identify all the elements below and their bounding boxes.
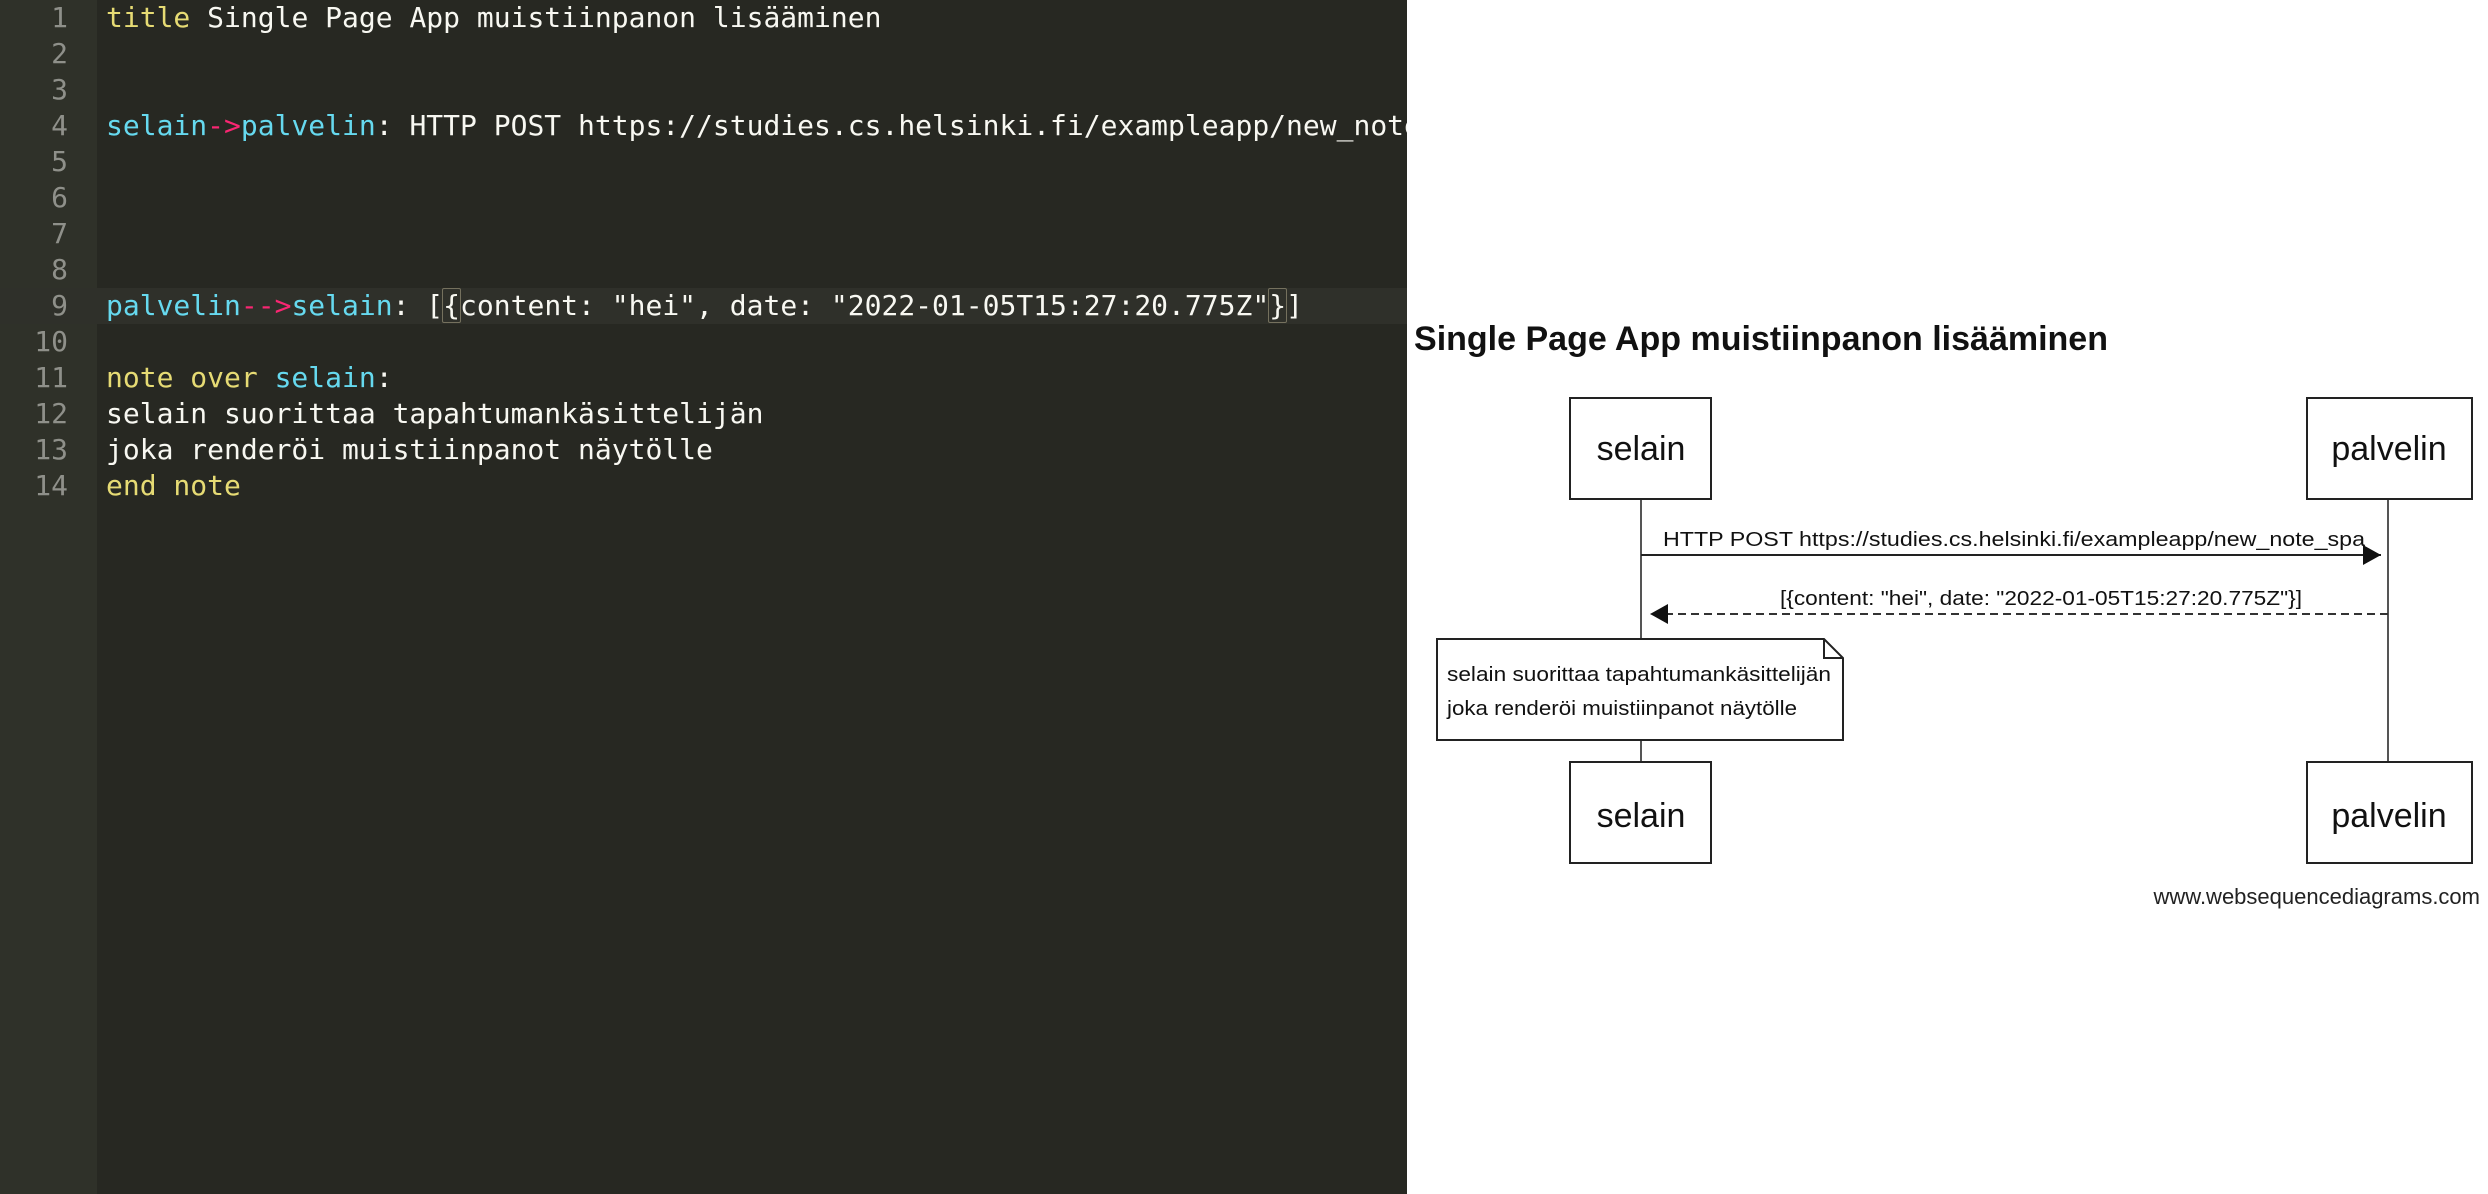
code-line[interactable]: 7	[0, 216, 1407, 252]
text-token: content: "hei", date: "2022-01-05T15:27:…	[460, 289, 1270, 322]
text-token: joka renderöi muistiinpanot näytölle	[106, 433, 713, 466]
message-label: [{content: "hei", date: "2022-01-05T15:2…	[1780, 588, 2302, 610]
diagram-title: Single Page App muistiinpanon lisääminen	[1414, 320, 2108, 358]
code-line[interactable]: 1 title Single Page App muistiinpanon lis…	[0, 0, 1407, 36]
participant-label: selain	[1597, 430, 1686, 468]
diagram-preview: Single Page App muistiinpanon lisääminen…	[1407, 0, 2488, 1194]
code-text: palvelin-->selain: [{content: "hei", dat…	[106, 288, 1407, 324]
code-line[interactable]: 12 selain suorittaa tapahtumankäsittelijä…	[0, 396, 1407, 432]
arrow-token: ->	[207, 109, 241, 142]
sequence-diagram: Single Page App muistiinpanon lisääminen…	[1414, 320, 2481, 909]
text-token: selain suorittaa tapahtumankäsittelijän	[106, 397, 764, 430]
line-number: 8	[51, 253, 68, 286]
line-number: 3	[51, 73, 68, 106]
identifier-token: palvelin	[240, 109, 376, 142]
text-token: ]	[1286, 289, 1303, 322]
identifier-token: palvelin	[106, 289, 241, 322]
participant-palvelin-top: palvelin	[2306, 397, 2473, 500]
note-line: selain suorittaa tapahtumankäsittelijän	[1447, 664, 1831, 686]
line-number: 4	[51, 109, 68, 142]
code-line[interactable]: 3	[0, 72, 1407, 108]
code-text: title Single Page App muistiinpanon lisä…	[106, 0, 1407, 36]
line-number: 13	[34, 433, 68, 466]
code-line[interactable]: 14 end note	[0, 468, 1407, 504]
code-editor[interactable]: 1 title Single Page App muistiinpanon lis…	[0, 0, 1407, 1194]
participant-label: palvelin	[2331, 797, 2446, 835]
watermark: www.websequencediagrams.com	[2153, 884, 2481, 909]
code-line[interactable]: 11 note over selain:	[0, 360, 1407, 396]
line-number: 7	[51, 217, 68, 250]
participant-label: selain	[1597, 797, 1686, 835]
message-response: [{content: "hei", date: "2022-01-05T15:2…	[1650, 588, 2388, 624]
keyword-token: end note	[106, 469, 241, 502]
code-line[interactable]: 6	[0, 180, 1407, 216]
code-line[interactable]: 10	[0, 324, 1407, 360]
code-text: note over selain:	[106, 360, 1407, 396]
participant-selain-top: selain	[1569, 397, 1712, 500]
message-label: HTTP POST https://studies.cs.helsinki.fi…	[1663, 529, 2366, 551]
code-line[interactable]: 4 selain->palvelin: HTTP POST https://stu…	[0, 108, 1407, 144]
code-line[interactable]: 9 palvelin-->selain: [{content: "hei", da…	[0, 288, 1407, 324]
participant-label: palvelin	[2331, 430, 2446, 468]
keyword-token: title	[106, 1, 191, 34]
participant-palvelin-bottom: palvelin	[2306, 761, 2473, 864]
code-line[interactable]: 5	[0, 144, 1407, 180]
code-text: joka renderöi muistiinpanot näytölle	[106, 432, 1407, 468]
message-request: HTTP POST https://studies.cs.helsinki.fi…	[1641, 529, 2381, 565]
identifier-token: selain	[291, 289, 393, 322]
line-number: 6	[51, 181, 68, 214]
identifier-token: selain	[106, 109, 208, 142]
line-number: 9	[51, 289, 68, 322]
code-text: selain suorittaa tapahtumankäsittelijän	[106, 396, 1407, 432]
code-line[interactable]: 2	[0, 36, 1407, 72]
line-number: 5	[51, 145, 68, 178]
code-line[interactable]: 13 joka renderöi muistiinpanot näytölle	[0, 432, 1407, 468]
code-line[interactable]: 8	[0, 252, 1407, 288]
arrow-token: -->	[240, 289, 292, 322]
line-number: 14	[34, 469, 68, 502]
text-token: : HTTP POST https://studies.cs.helsinki.…	[375, 109, 1407, 142]
line-number: 2	[51, 37, 68, 70]
code-text: selain->palvelin: HTTP POST https://stud…	[106, 108, 1407, 144]
editor-lines[interactable]: 1 title Single Page App muistiinpanon lis…	[0, 0, 1407, 504]
line-number: 1	[51, 1, 68, 34]
code-text: end note	[106, 468, 1407, 504]
line-number: 12	[34, 397, 68, 430]
note-over-selain: selain suorittaa tapahtumankäsittelijän …	[1436, 638, 1844, 741]
matched-bracket: {	[442, 288, 462, 323]
keyword-token: note over	[106, 361, 258, 394]
identifier-token: selain	[274, 361, 376, 394]
text-token: : [	[392, 289, 444, 322]
text-token: :	[375, 361, 393, 394]
line-number: 11	[34, 361, 68, 394]
line-number: 10	[34, 325, 68, 358]
matched-bracket: }	[1268, 288, 1288, 323]
participant-selain-bottom: selain	[1569, 761, 1712, 864]
text-token: Single Page App muistiinpanon lisääminen	[190, 1, 882, 34]
note-line: joka renderöi muistiinpanot näytölle	[1446, 698, 1797, 720]
